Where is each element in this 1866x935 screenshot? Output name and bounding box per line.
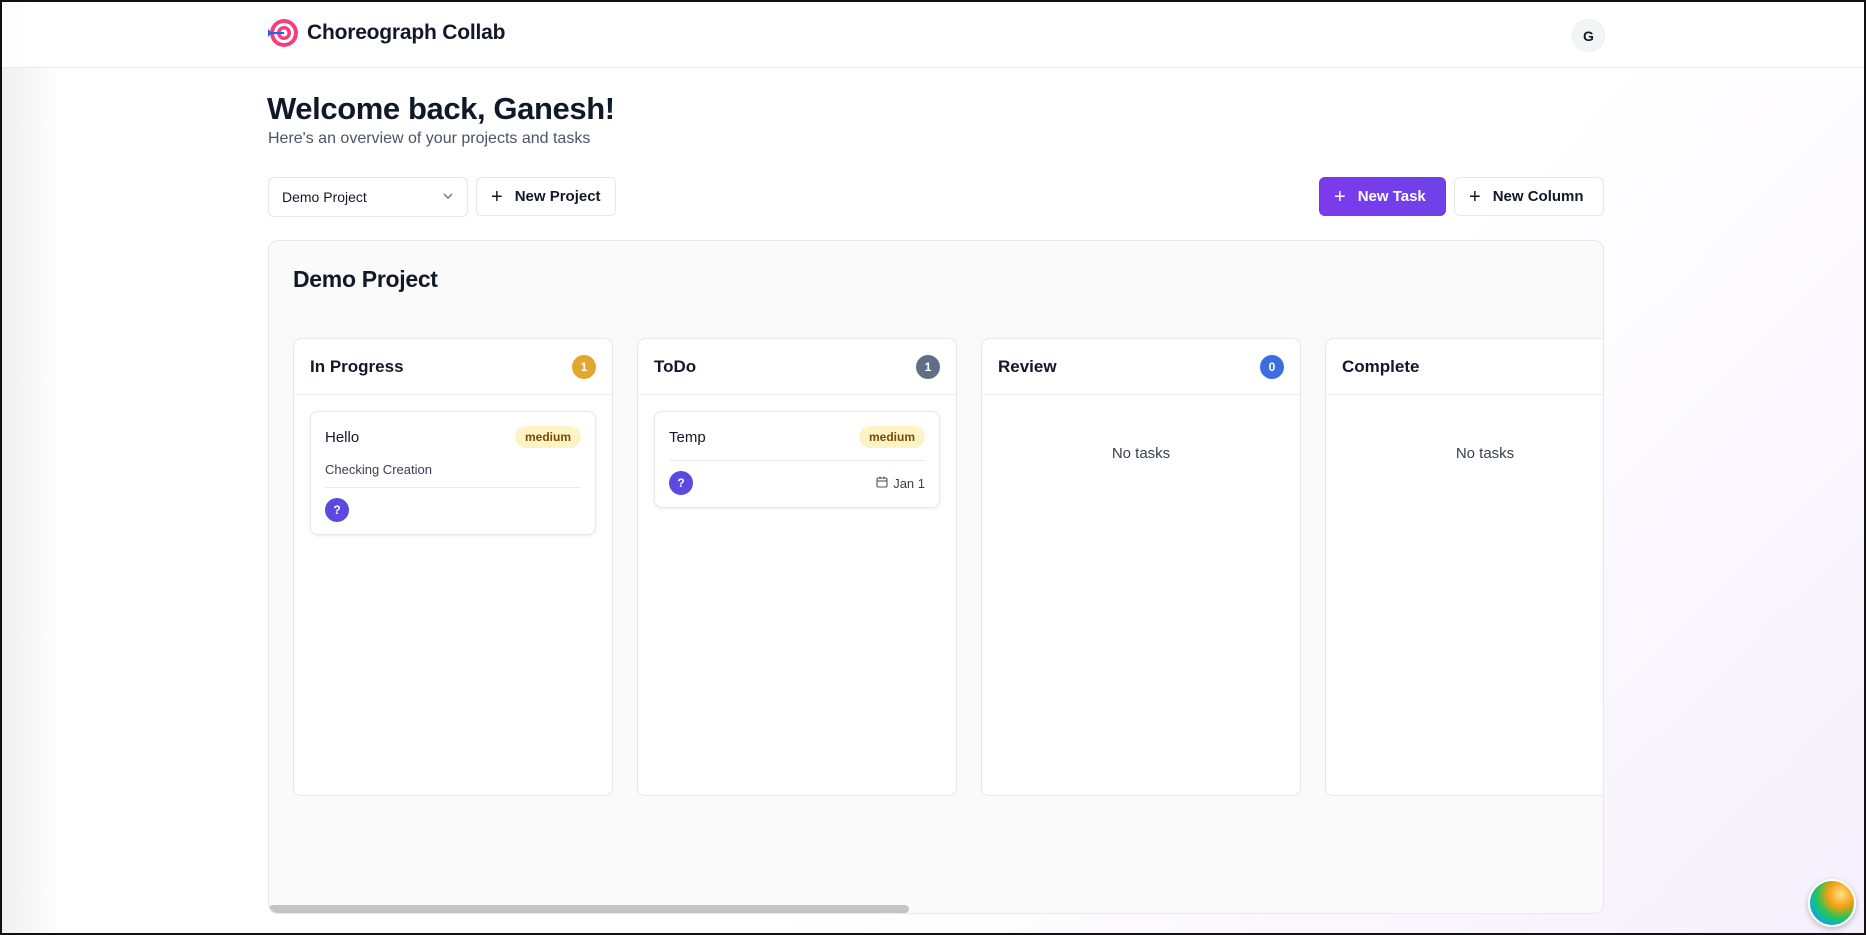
due-date-label: Jan 1 — [893, 475, 925, 491]
project-select-value: Demo Project — [282, 189, 367, 205]
new-column-label: New Column — [1492, 188, 1584, 205]
assignee-avatar: ? — [669, 471, 693, 495]
priority-badge: medium — [514, 426, 581, 448]
window-edge-shade — [2, 2, 62, 933]
app-name: Choreograph Collab — [307, 21, 506, 44]
brand[interactable]: Choreograph Collab — [267, 17, 505, 49]
due-date: Jan 1 — [876, 476, 925, 491]
page-title: Welcome back, Ganesh! — [267, 91, 615, 126]
task-title: Temp — [669, 428, 706, 446]
plus-icon: + — [1334, 185, 1346, 208]
assistant-launcher-button[interactable] — [1808, 879, 1856, 927]
page-subtitle: Here's an overview of your projects and … — [268, 130, 591, 147]
target-logo-icon — [267, 17, 299, 49]
task-count-badge: 1 — [916, 354, 940, 379]
calendar-icon — [876, 476, 888, 491]
assignee-avatar: ? — [325, 498, 349, 522]
column-header: Complete — [1326, 339, 1603, 395]
new-project-label: New Project — [514, 188, 601, 205]
column-title: In Progress — [310, 356, 404, 376]
new-task-label: New Task — [1357, 188, 1426, 205]
kanban-board: Demo Project In Progress 1 Hello medium … — [268, 240, 1604, 914]
empty-state: No tasks — [1111, 445, 1171, 462]
new-task-button[interactable]: + New Task — [1319, 177, 1446, 216]
new-column-button[interactable]: + New Column — [1454, 177, 1604, 216]
task-title: Hello — [325, 428, 360, 446]
column-title: ToDo — [654, 356, 697, 376]
task-card[interactable]: Hello medium Checking Creation ? — [310, 411, 596, 535]
column-title: Review — [998, 356, 1057, 376]
board-title: Demo Project — [293, 266, 438, 292]
column-in-progress: In Progress 1 Hello medium Checking Crea… — [293, 338, 613, 796]
column-header: ToDo 1 — [638, 339, 956, 395]
column-review: Review 0 No tasks — [981, 338, 1301, 796]
column-todo: ToDo 1 Temp medium ? Jan 1 — [637, 338, 957, 796]
task-count-badge: 0 — [1260, 354, 1284, 379]
column-title: Complete — [1342, 356, 1420, 376]
horizontal-scrollbar[interactable] — [269, 905, 909, 913]
project-select[interactable]: Demo Project — [268, 177, 468, 217]
priority-badge: medium — [858, 426, 925, 448]
task-description: Checking Creation — [325, 462, 432, 477]
column-complete: Complete No tasks — [1325, 338, 1603, 796]
plus-icon: + — [1469, 185, 1481, 208]
chevron-down-icon — [442, 189, 454, 205]
new-project-button[interactable]: + New Project — [476, 177, 616, 216]
user-avatar-button[interactable]: G — [1572, 19, 1605, 52]
task-count-badge: 1 — [572, 354, 596, 379]
column-header: Review 0 — [982, 339, 1300, 395]
task-card[interactable]: Temp medium ? Jan 1 — [654, 411, 940, 508]
plus-icon: + — [491, 185, 503, 208]
top-navbar: Choreograph Collab G — [2, 2, 1864, 68]
empty-state: No tasks — [1455, 445, 1515, 462]
column-header: In Progress 1 — [294, 339, 612, 395]
